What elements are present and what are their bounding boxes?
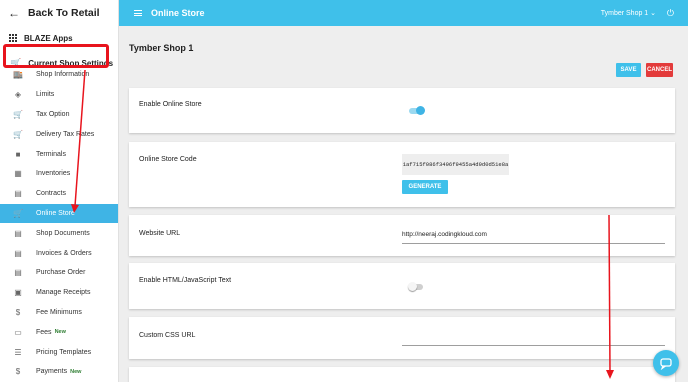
image-icon: ▣ <box>14 288 22 298</box>
sidebar-item-label: Manage Receipts <box>36 289 91 297</box>
sidebar-item-shop-documents[interactable]: ▤ Shop Documents <box>0 223 118 243</box>
next-setting-card <box>129 367 675 382</box>
sidebar-item-label: Terminals <box>36 150 66 158</box>
sidebar-item-delivery-tax-rates[interactable]: 🛒 Delivery Tax Rates <box>0 124 118 144</box>
sidebar-item-label: Shop Documents <box>36 229 90 237</box>
sidebar-item-label: Limits <box>36 91 55 99</box>
sidebar-item-label: Fees <box>36 328 52 336</box>
sidebar-item-label: Fee Minimums <box>36 308 82 316</box>
sidebar-item-purchase-order[interactable]: ▤ Purchase Order <box>0 263 118 283</box>
sidebar-item-online-store[interactable]: 🛒 Online Store <box>0 203 118 224</box>
sidebar-item-inventories[interactable]: ▦ Inventories <box>0 164 118 184</box>
library-icon: ▤ <box>14 189 22 199</box>
top-bar: Online Store Tymber Shop 1 ⌄ ⏻ <box>119 0 688 26</box>
settings-menu: 🏬 Shop Information ◈ Limits 🛒 Tax Option 🛒 Deli… <box>0 65 118 382</box>
back-to-retail-label: Back To Retail <box>28 7 100 19</box>
enable-online-store-toggle[interactable] <box>409 106 425 115</box>
power-icon[interactable]: ⏻ <box>667 8 674 19</box>
sidebar-item-tax-option[interactable]: 🛒 Tax Option <box>0 105 118 125</box>
website-url-input[interactable]: http://neeraj.codingkloud.com <box>402 231 665 244</box>
main-content: Tymber Shop 1 SAVE CANCEL Enable Online … <box>119 26 688 382</box>
list-icon: ▤ <box>14 248 22 258</box>
sidebar-item-invoices-orders[interactable]: ▤ Invoices & Orders <box>0 243 118 263</box>
sidebar-item-label: Purchase Order <box>36 269 86 277</box>
enable-online-store-label: Enable Online Store <box>139 101 202 108</box>
sidebar-item-label: Online Store <box>36 209 75 217</box>
sidebar-item-contracts[interactable]: ▤ Contracts <box>0 184 118 204</box>
sidebar-item-label: Delivery Tax Rates <box>36 130 95 138</box>
calendar-icon: ▦ <box>14 169 22 179</box>
sidebar-item-label: Contracts <box>36 190 66 198</box>
cart-icon: 🛒 <box>13 208 23 218</box>
cancel-button[interactable]: CANCEL <box>646 63 673 77</box>
apps-grid-icon <box>9 34 17 42</box>
hamburger-menu-icon[interactable] <box>134 9 142 18</box>
sidebar-item-fees[interactable]: ▭ Fees New <box>0 322 118 342</box>
chat-button[interactable] <box>653 350 679 376</box>
sidebar-item-payments[interactable]: $ Payments New <box>0 362 118 382</box>
document-icon: ▤ <box>14 228 22 238</box>
sidebar-item-label: Invoices & Orders <box>36 249 92 257</box>
sidebar-item-label: Payments <box>36 368 68 376</box>
sidebar-item-label: Tax Option <box>36 110 70 118</box>
list-icon: ▤ <box>14 268 22 278</box>
sidebar-item-pricing-templates[interactable]: ☰ Pricing Templates <box>0 342 118 362</box>
sidebar-item-label: Inventories <box>36 170 71 178</box>
sidebar-item-label: Shop Information <box>36 71 90 79</box>
dollar-icon: $ <box>15 367 21 377</box>
generate-button[interactable]: GENERATE <box>402 180 448 194</box>
shop-selector-dropdown[interactable]: Tymber Shop 1 ⌄ <box>601 9 656 17</box>
custom-css-card: Custom CSS URL <box>129 317 675 359</box>
shop-name-heading: Tymber Shop 1 <box>129 43 194 53</box>
new-badge: New <box>54 329 66 336</box>
back-to-retail-link[interactable]: ← Back To Retail <box>0 0 118 26</box>
list-bullets-icon: ☰ <box>14 347 22 357</box>
enable-html-toggle[interactable] <box>408 282 423 291</box>
online-store-code-value: 1af715f086f3496f9455a4d9d0d51e8a <box>402 154 509 175</box>
enable-html-card: Enable HTML/JavaScript Text <box>129 263 675 309</box>
shield-icon: ◈ <box>14 90 22 100</box>
sidebar-item-shop-information[interactable]: 🏬 Shop Information <box>0 65 118 85</box>
sidebar-item-label: Pricing Templates <box>36 348 92 356</box>
new-badge: New <box>70 368 82 375</box>
cart-icon: 🛒 <box>13 109 23 119</box>
arrow-left-icon: ← <box>8 6 20 20</box>
enable-html-label: Enable HTML/JavaScript Text <box>139 277 232 284</box>
website-url-label: Website URL <box>139 230 181 237</box>
briefcase-icon: ■ <box>15 149 21 159</box>
dollar-circle-icon: $ <box>15 307 21 317</box>
cart-plus-icon: 🛒 <box>13 129 23 139</box>
money-icon: ▭ <box>14 327 22 337</box>
sidebar-item-manage-receipts[interactable]: ▣ Manage Receipts <box>0 283 118 303</box>
sidebar-item-limits[interactable]: ◈ Limits <box>0 85 118 105</box>
custom-css-label: Custom CSS URL <box>139 332 196 339</box>
online-store-code-label: Online Store Code <box>139 156 197 163</box>
sidebar: ← Back To Retail BLAZE Apps 🛒 Current Sh… <box>0 0 119 382</box>
store-icon: 🏬 <box>13 70 23 80</box>
sidebar-item-terminals[interactable]: ■ Terminals <box>0 144 118 164</box>
save-button[interactable]: SAVE <box>616 63 641 77</box>
online-store-code-card: Online Store Code 1af715f086f3496f9455a4… <box>129 142 675 207</box>
sidebar-item-fee-minimums[interactable]: $ Fee Minimums <box>0 303 118 323</box>
chat-icon <box>660 358 672 370</box>
website-url-card: Website URL http://neeraj.codingkloud.co… <box>129 215 675 256</box>
enable-online-store-card: Enable Online Store <box>129 88 675 133</box>
page-title: Online Store <box>151 8 205 18</box>
blaze-apps-label: BLAZE Apps <box>24 33 73 43</box>
custom-css-input[interactable] <box>402 333 665 346</box>
